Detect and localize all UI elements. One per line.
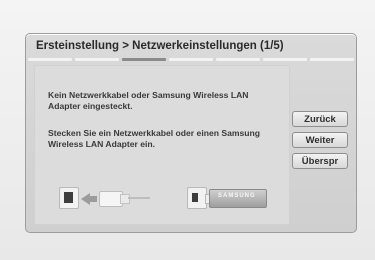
progress-segment (75, 58, 119, 61)
progress-segment (216, 58, 260, 61)
progress-segment (169, 58, 213, 61)
skip-button[interactable]: Überspr (292, 153, 348, 169)
message-panel: Kein Netzwerkkabel oder Samsung Wireless… (34, 65, 290, 225)
setup-dialog: Ersteinstellung > Netzwerkeinstellungen … (25, 33, 357, 233)
connection-illustration: SAMSUNG (59, 185, 279, 211)
back-button[interactable]: Zurück (292, 111, 348, 127)
action-buttons: Zurück Weiter Überspr (292, 111, 352, 174)
message-instruction: Stecken Sie ein Netzwerkkabel oder einen… (48, 128, 261, 149)
progress-segment-active (122, 58, 166, 61)
progress-segment (28, 58, 72, 61)
wireless-lan-adapter-icon: SAMSUNG (209, 189, 267, 208)
progress-bar (28, 58, 354, 61)
dongle-brand-label: SAMSUNG (218, 193, 256, 199)
screen-background: Ersteinstellung > Netzwerkeinstellungen … (0, 0, 375, 260)
ethernet-port-icon (59, 187, 79, 209)
message-no-cable: Kein Netzwerkkabel oder Samsung Wireless… (48, 90, 249, 111)
cable-line (128, 197, 150, 199)
ethernet-plug-tip (120, 194, 130, 204)
dialog-title: Ersteinstellung > Netzwerkeinstellungen … (36, 40, 284, 52)
usb-port-icon (187, 187, 207, 209)
next-button[interactable]: Weiter (292, 132, 348, 148)
progress-segment (310, 58, 354, 61)
progress-segment (263, 58, 307, 61)
arrow-shaft (89, 196, 97, 202)
